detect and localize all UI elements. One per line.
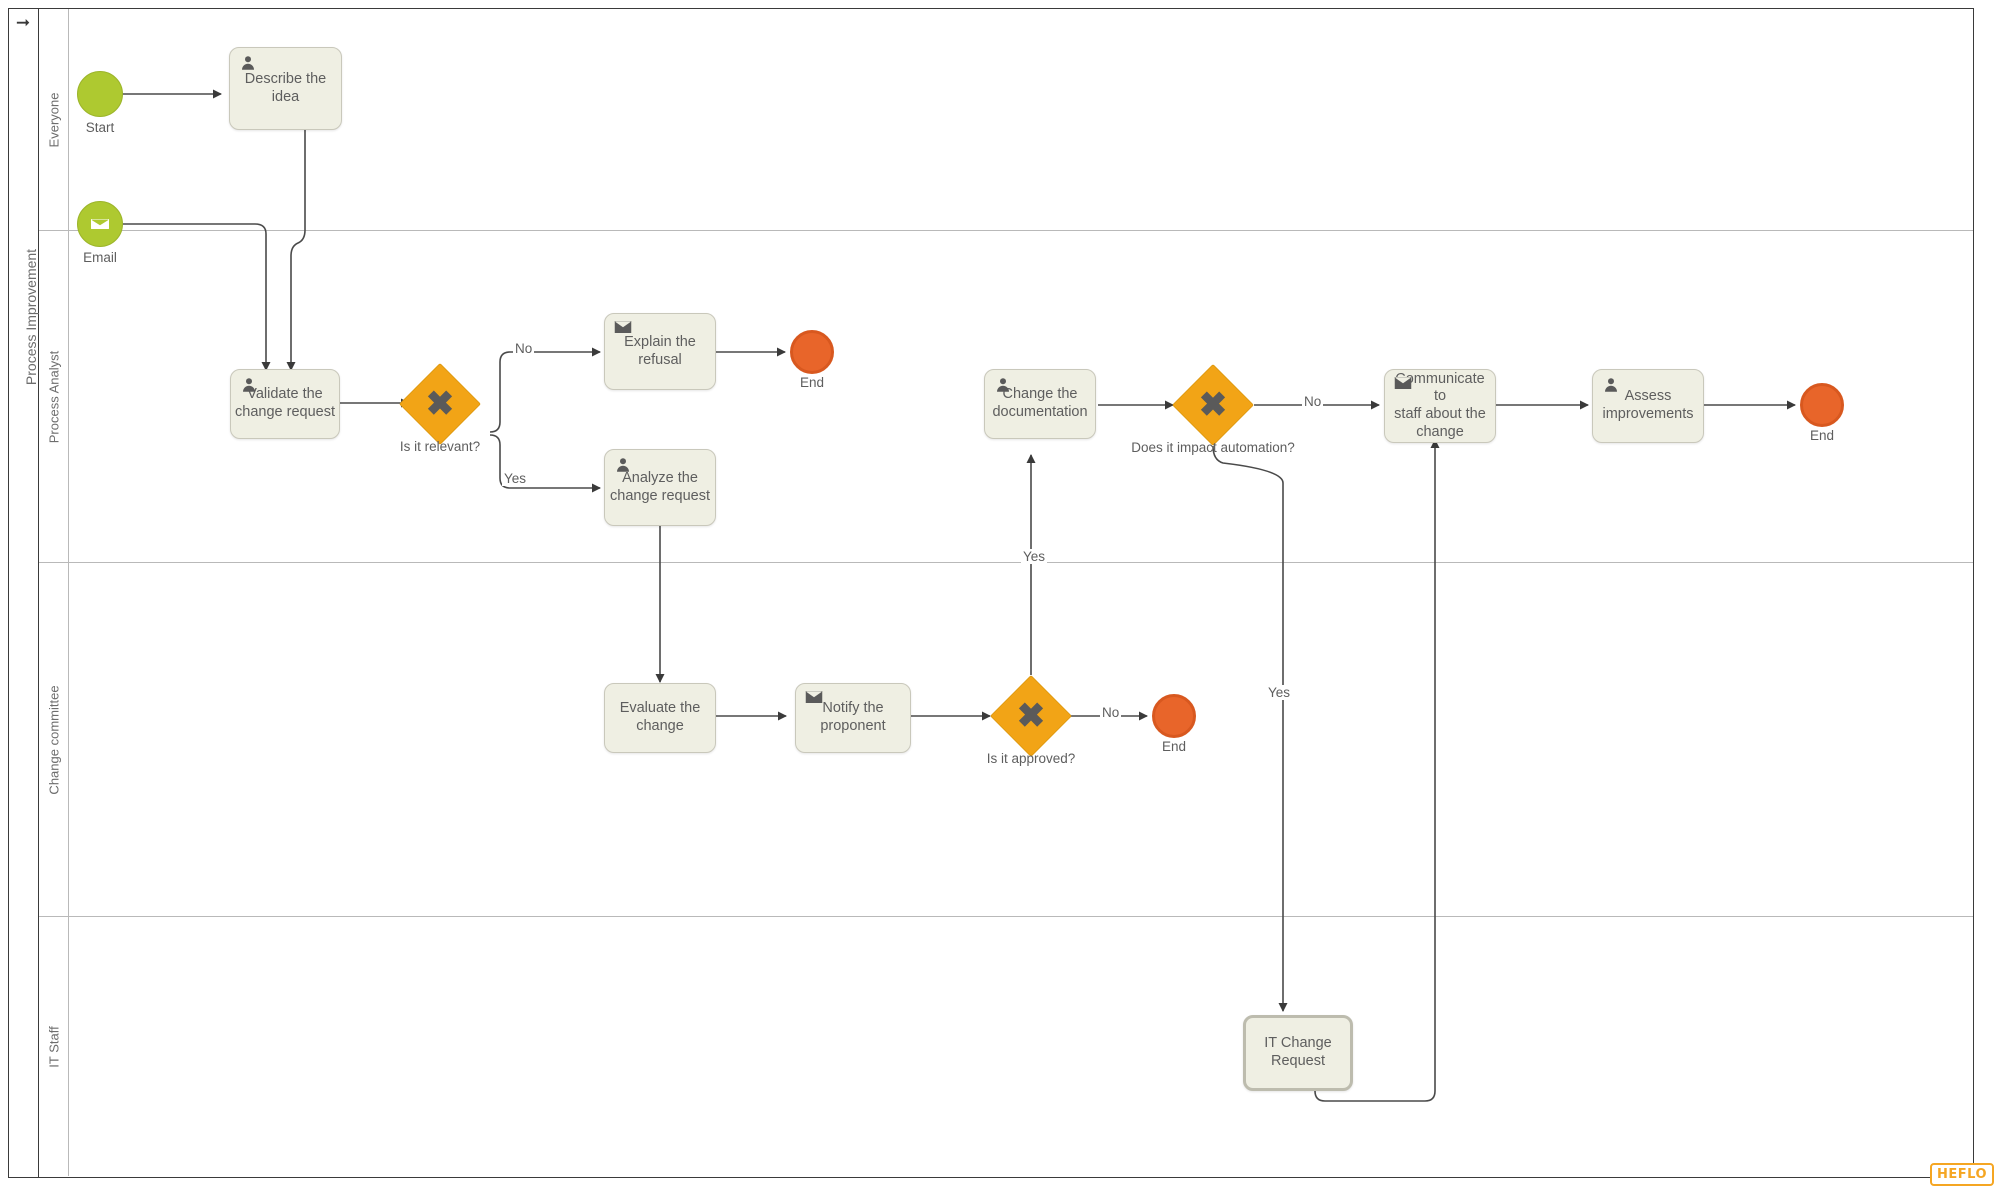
bpmn-diagram-canvas: ➞ Process Improvement Everyone Process A… [0, 0, 2000, 1191]
edge-label-relevant-yes: Yes [502, 471, 529, 486]
pool-process-improvement: ➞ Process Improvement Everyone Process A… [8, 8, 1974, 1178]
envelope-icon [88, 212, 112, 236]
task-explain-the-refusal-label: Explain the refusal [624, 333, 696, 368]
end-event-not-approved-label: End [1161, 739, 1187, 754]
exclusive-gateway-is-it-relevant[interactable]: ✖ Is it relevant? [398, 362, 482, 454]
pool-label: Process Improvement [23, 248, 39, 386]
lane-header-everyone: Everyone [39, 9, 69, 230]
end-event-final-label: End [1809, 428, 1835, 443]
end-event-not-approved[interactable]: End [1152, 694, 1196, 754]
user-icon [1602, 376, 1620, 394]
start-event-email-label: Email [83, 250, 117, 265]
lane-label-everyone: Everyone [46, 92, 61, 147]
lane-label-it-staff: IT Staff [46, 1025, 61, 1068]
end-event-refusal[interactable]: End [790, 330, 834, 390]
start-event-email[interactable]: Email [77, 201, 123, 265]
end-event-refusal-label: End [799, 375, 825, 390]
gateway-x-icon: ✖ [1016, 697, 1046, 735]
lane-header-process-analyst: Process Analyst [39, 231, 69, 562]
envelope-icon [805, 690, 823, 708]
task-describe-the-idea-label: Describe the idea [244, 70, 327, 105]
envelope-icon [614, 320, 632, 338]
start-event-start-label: Start [85, 120, 115, 135]
user-icon [239, 54, 257, 72]
task-change-the-documentation[interactable]: Change the documentation [984, 369, 1096, 439]
task-evaluate-the-change-label: Evaluate the change [619, 700, 701, 734]
exclusive-gateway-is-it-relevant-label: Is it relevant? [399, 439, 481, 454]
user-icon [240, 376, 258, 394]
task-communicate-to-staff[interactable]: Communicate to staff about the change [1384, 369, 1496, 443]
envelope-icon [1394, 376, 1412, 394]
lane-it-staff: IT Staff [39, 917, 1973, 1176]
start-event-start[interactable]: Start [77, 71, 123, 135]
task-notify-the-proponent[interactable]: Notify the proponent [795, 683, 911, 753]
arrow-right-icon: ➞ [15, 13, 31, 32]
edge-label-automation-no: No [1302, 394, 1324, 409]
pool-header: ➞ Process Improvement [9, 9, 39, 1177]
task-describe-the-idea[interactable]: Describe the idea [229, 47, 342, 130]
gateway-x-icon: ✖ [425, 385, 455, 423]
gateway-x-icon: ✖ [1198, 386, 1228, 424]
task-validate-the-change-request[interactable]: Validate the change request [230, 369, 340, 439]
task-analyze-the-change-request[interactable]: Analyze the change request [604, 449, 716, 526]
task-evaluate-the-change[interactable]: Evaluate the change [604, 683, 716, 753]
task-assess-improvements[interactable]: Assess improvements [1592, 369, 1704, 443]
user-icon [994, 376, 1012, 394]
task-explain-the-refusal[interactable]: Explain the refusal [604, 313, 716, 390]
heflo-logo: HEFLO [1929, 1163, 1994, 1186]
lane-header-change-committee: Change committee [39, 563, 69, 916]
edge-label-automation-yes: Yes [1266, 685, 1293, 700]
lane-header-it-staff: IT Staff [39, 917, 69, 1176]
call-activity-it-change-request-label: IT Change Request [1264, 1035, 1332, 1069]
exclusive-gateway-is-it-approved[interactable]: ✖ Is it approved? [987, 674, 1075, 766]
exclusive-gateway-does-it-impact-automation[interactable]: ✖ Does it impact automation? [1131, 363, 1295, 455]
exclusive-gateway-does-it-impact-automation-label: Does it impact automation? [1131, 440, 1295, 455]
edge-label-approved-yes: Yes [1021, 549, 1048, 564]
call-activity-it-change-request[interactable]: IT Change Request [1243, 1015, 1353, 1091]
lane-label-change-committee: Change committee [46, 684, 61, 795]
end-event-final[interactable]: End [1800, 383, 1844, 443]
edge-label-relevant-no: No [513, 341, 535, 356]
lane-label-process-analyst: Process Analyst [46, 350, 61, 443]
edge-label-approved-no: No [1100, 705, 1122, 720]
exclusive-gateway-is-it-approved-label: Is it approved? [986, 751, 1076, 766]
task-analyze-the-change-request-label: Analyze the change request [610, 469, 710, 504]
user-icon [614, 456, 632, 474]
task-notify-the-proponent-label: Notify the proponent [820, 700, 886, 734]
lane-container: Everyone Process Analyst Change committe… [39, 9, 1973, 1177]
